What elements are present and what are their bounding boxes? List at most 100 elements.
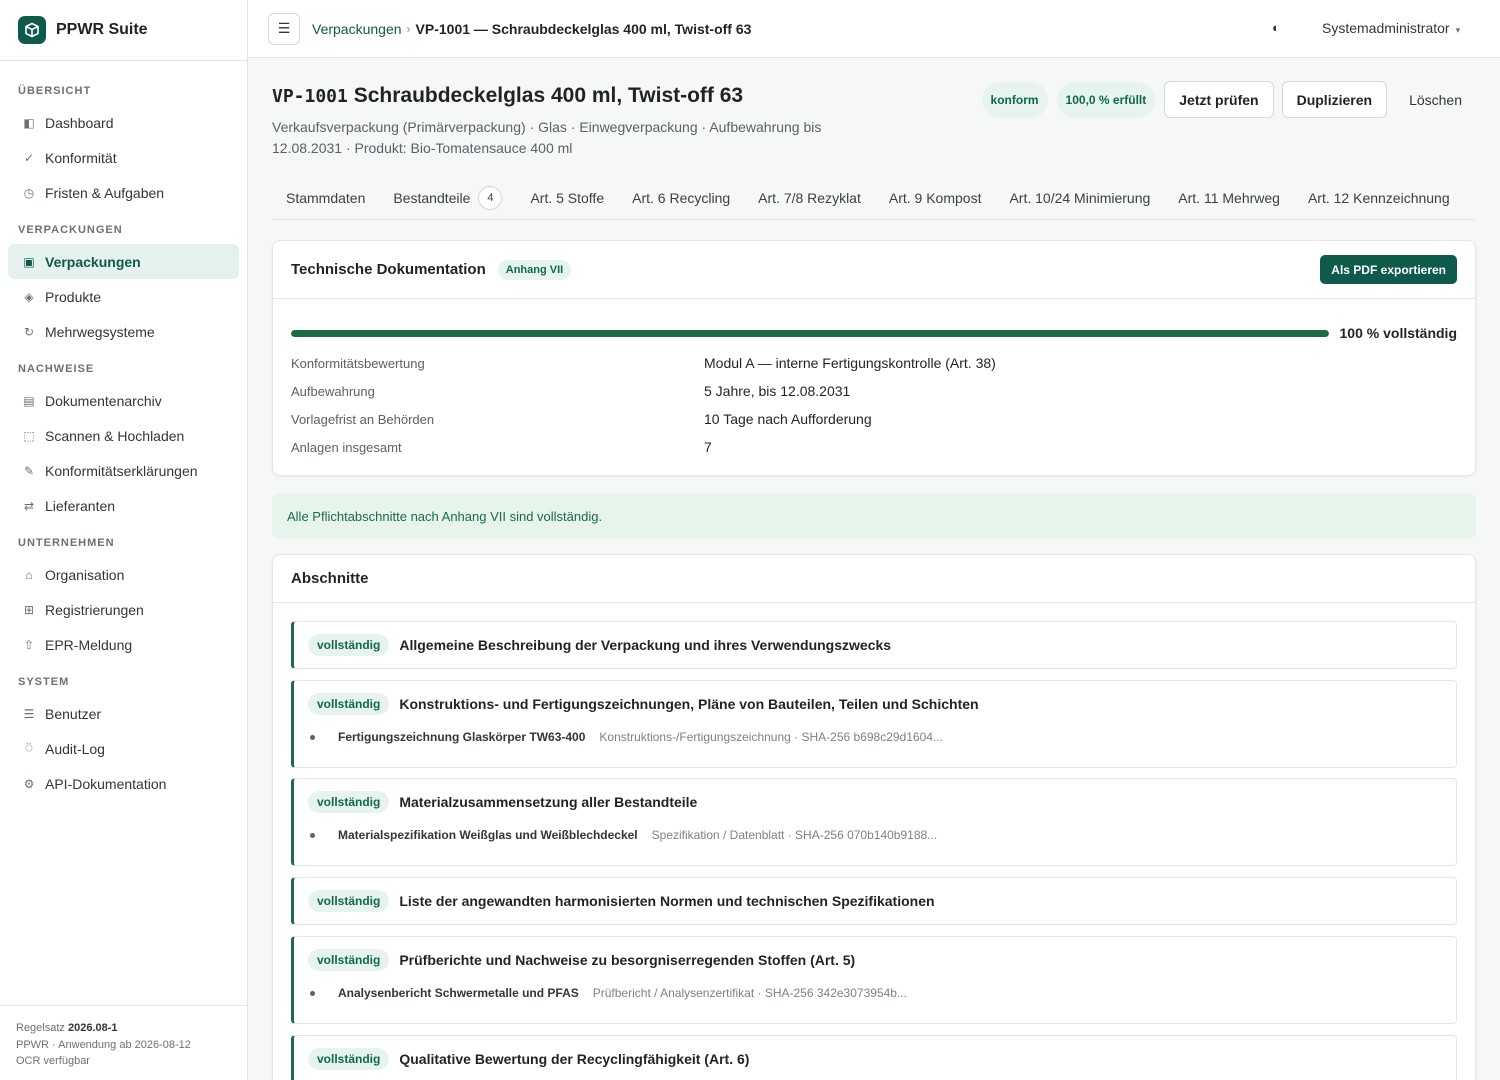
document-meta: Konstruktions-/Fertigungszeichnung · SHA…: [599, 730, 943, 744]
sidebar-item-konformitaet[interactable]: ✓ Konformität: [8, 140, 239, 175]
dokumentenarchiv-icon: ▤: [23, 393, 35, 408]
sidebar: PPWR Suite ÜBERSICHT ◧ Dashboard ✓ Konformit…: [0, 0, 248, 1080]
section-item[interactable]: vollständig Materialzusammensetzung aller…: [291, 778, 1457, 866]
packaging-title: Schraubdeckelglas 400 ml, Twist-off 63: [353, 84, 744, 107]
sidebar-item-verpackungen[interactable]: ▣ Verpackungen: [8, 244, 239, 279]
sidebar-item-label: Dashboard: [45, 114, 114, 131]
sidebar-item-epr-meldung[interactable]: ⇧ EPR-Meldung: [8, 627, 239, 662]
sidebar-item-label: Konformität: [45, 149, 117, 166]
konformitaet-icon: ✓: [23, 150, 35, 165]
tab-art-6-recycling[interactable]: Art. 6 Recycling: [618, 176, 744, 219]
annex-tag: Anhang VII: [497, 259, 572, 280]
techdoc-row-value: 5 Jahre, bis 12.08.2031: [704, 383, 851, 399]
tab-art-10-24-minimierung[interactable]: Art. 10/24 Minimierung: [995, 176, 1164, 219]
techdoc-row: Konformitätsbewertung Modul A — interne F…: [291, 349, 1457, 377]
section-item[interactable]: vollständig Prüfberichte und Nachweise zu…: [291, 936, 1457, 1024]
nav-section-title: ÜBERSICHT: [18, 85, 92, 97]
tab-label: Art. 9 Kompost: [888, 189, 982, 206]
techdoc-row-value: 10 Tage nach Aufforderung: [704, 411, 872, 427]
breadcrumb-parent-link[interactable]: Verpackungen: [312, 21, 402, 37]
tab-art-7-8-rezyklat[interactable]: Art. 7/8 Rezyklat: [744, 176, 875, 219]
section-header: vollständig Liste der angewandten harmoni…: [294, 878, 1456, 924]
tab-art-11-mehrweg[interactable]: Art. 11 Mehrweg: [1164, 176, 1294, 219]
sidebar-item-label: Benutzer: [45, 705, 102, 722]
sidebar-footer: Regelsatz 2026.08-1 PPWR · Anwendung ab …: [0, 1005, 247, 1080]
sidebar-item-konformitaetserklaerungen[interactable]: ✎ Konformitätserklärungen: [8, 453, 239, 488]
tab-count-badge: 4: [478, 185, 503, 210]
user-menu[interactable]: Systemadministrator ▾: [1322, 20, 1460, 36]
section-status-badge: vollständig: [308, 949, 390, 971]
progress-track: [291, 329, 1329, 337]
cube-logo-icon: [18, 16, 46, 44]
check-now-button[interactable]: Jetzt prüfen: [1164, 81, 1274, 118]
document-name: Fertigungszeichnung Glaskörper TW63-400: [338, 730, 586, 744]
sidebar-item-label: Scannen & Hochladen: [45, 427, 185, 444]
ruleset-application: PPWR · Anwendung ab 2026-08-12: [16, 1038, 191, 1051]
section-document[interactable]: Fertigungszeichnung Glaskörper TW63-400 K…: [310, 728, 943, 746]
tab-bestandteile[interactable]: Bestandteile 4: [379, 176, 516, 219]
epr-meldung-icon: ⇧: [23, 637, 35, 652]
sidebar-item-mehrwegsysteme[interactable]: ↻ Mehrwegsysteme: [8, 314, 239, 349]
tab-stammdaten[interactable]: Stammdaten: [272, 176, 379, 219]
tab-bar: Stammdaten Bestandteile 4 Art. 5 Stoffe Art.…: [272, 176, 1476, 220]
sidebar-item-benutzer[interactable]: ☰ Benutzer: [8, 696, 239, 731]
page-subtitle: Verkaufsverpackung (Primärverpackung) · …: [272, 119, 822, 156]
sidebar-item-scannen-hochladen[interactable]: ⬚ Scannen & Hochladen: [8, 418, 239, 453]
brand[interactable]: PPWR Suite: [0, 0, 247, 61]
duplicate-button[interactable]: Duplizieren: [1281, 81, 1388, 118]
section-item[interactable]: vollständig Qualitative Bewertung der Rec…: [291, 1035, 1457, 1080]
sidebar-item-label: Produkte: [45, 288, 102, 305]
section-header: vollständig Prüfberichte und Nachweise zu…: [294, 937, 1456, 983]
section-item[interactable]: vollständig Liste der angewandten harmoni…: [291, 877, 1457, 925]
sidebar-item-dashboard[interactable]: ◧ Dashboard: [8, 105, 239, 140]
ruleset-label: Regelsatz: [16, 1022, 65, 1034]
section-header: vollständig Allgemeine Beschreibung der V…: [294, 622, 1456, 668]
section-title: Qualitative Bewertung der Recyclingfähig…: [399, 1051, 750, 1067]
document-name: Analysenbericht Schwermetalle und PFAS: [338, 986, 579, 1000]
section-status-badge: vollständig: [308, 693, 390, 715]
bullet-icon: [310, 832, 315, 838]
header-actions: konform 100,0 % erfüllt Jetzt prüfen Dup…: [981, 81, 1476, 118]
completeness-alert: Alle Pflichtabschnitte nach Anhang VII s…: [272, 494, 1476, 538]
section-item[interactable]: vollständig Konstruktions- und Fertigungs…: [291, 680, 1457, 768]
nav-gap: [8, 349, 239, 361]
techdoc-header: Technische Dokumentation Anhang VII Als …: [273, 241, 1475, 299]
delete-button[interactable]: Löschen: [1395, 81, 1476, 118]
export-pdf-button[interactable]: Als PDF exportieren: [1320, 255, 1457, 284]
sidebar-item-api-dokumentation[interactable]: ⚙ API-Dokumentation: [8, 766, 239, 801]
menu-toggle-button[interactable]: ☰: [268, 12, 300, 45]
sidebar-item-label: Konformitätserklärungen: [45, 462, 198, 479]
section-document[interactable]: Materialspezifikation Weißglas und Weißb…: [310, 826, 937, 844]
sidebar-item-label: Lieferanten: [45, 497, 116, 514]
techdoc-row-key: Konformitätsbewertung: [291, 355, 425, 371]
caret-down-icon: ▾: [1455, 25, 1461, 35]
nav-gap: [8, 210, 239, 222]
sidebar-item-registrierungen[interactable]: ⊞ Registrierungen: [8, 592, 239, 627]
section-document[interactable]: Analysenbericht Schwermetalle und PFAS Pr…: [310, 984, 907, 1002]
api-dokumentation-icon: ⚙: [23, 776, 35, 791]
tab-art-12-kennzeichnung[interactable]: Art. 12 Kennzeichnung: [1294, 176, 1464, 219]
breadcrumb: Verpackungen › VP-1001 — Schraubdeckelgl…: [312, 21, 751, 37]
section-item[interactable]: vollständig Allgemeine Beschreibung der V…: [291, 621, 1457, 669]
sidebar-item-organisation[interactable]: ⌂ Organisation: [8, 557, 239, 592]
sidebar-item-label: Audit-Log: [45, 740, 105, 757]
organisation-icon: ⌂: [25, 567, 33, 582]
tab-ar[interactable]: Ar: [1464, 176, 1476, 219]
sidebar-item-audit-log[interactable]: ⍥ Audit-Log: [8, 731, 239, 766]
sidebar-item-produkte[interactable]: ◈ Produkte: [8, 279, 239, 314]
bullet-icon: [310, 734, 315, 740]
section-title: Konstruktions- und Fertigungszeichnungen…: [399, 696, 979, 712]
breadcrumb-current: VP-1001 — Schraubdeckelglas 400 ml, Twis…: [415, 20, 752, 37]
packaging-code: VP-1001: [272, 86, 348, 107]
section-status-badge: vollständig: [308, 791, 390, 813]
sidebar-item-lieferanten[interactable]: ⇄ Lieferanten: [8, 488, 239, 523]
tab-art-5-stoffe[interactable]: Art. 5 Stoffe: [516, 176, 618, 219]
theme-toggle-icon[interactable]: ◐: [1272, 20, 1280, 35]
techdoc-row: Aufbewahrung 5 Jahre, bis 12.08.2031: [291, 377, 1457, 405]
nav-gap: [8, 523, 239, 535]
sidebar-item-label: Organisation: [45, 566, 125, 583]
sidebar-item-dokumentenarchiv[interactable]: ▤ Dokumentenarchiv: [8, 383, 239, 418]
sidebar-item-fristen-aufgaben[interactable]: ◷ Fristen & Aufgaben: [8, 175, 239, 210]
tab-art-9-kompost[interactable]: Art. 9 Kompost: [875, 176, 996, 219]
tab-label: Art. 5 Stoffe: [530, 189, 605, 206]
